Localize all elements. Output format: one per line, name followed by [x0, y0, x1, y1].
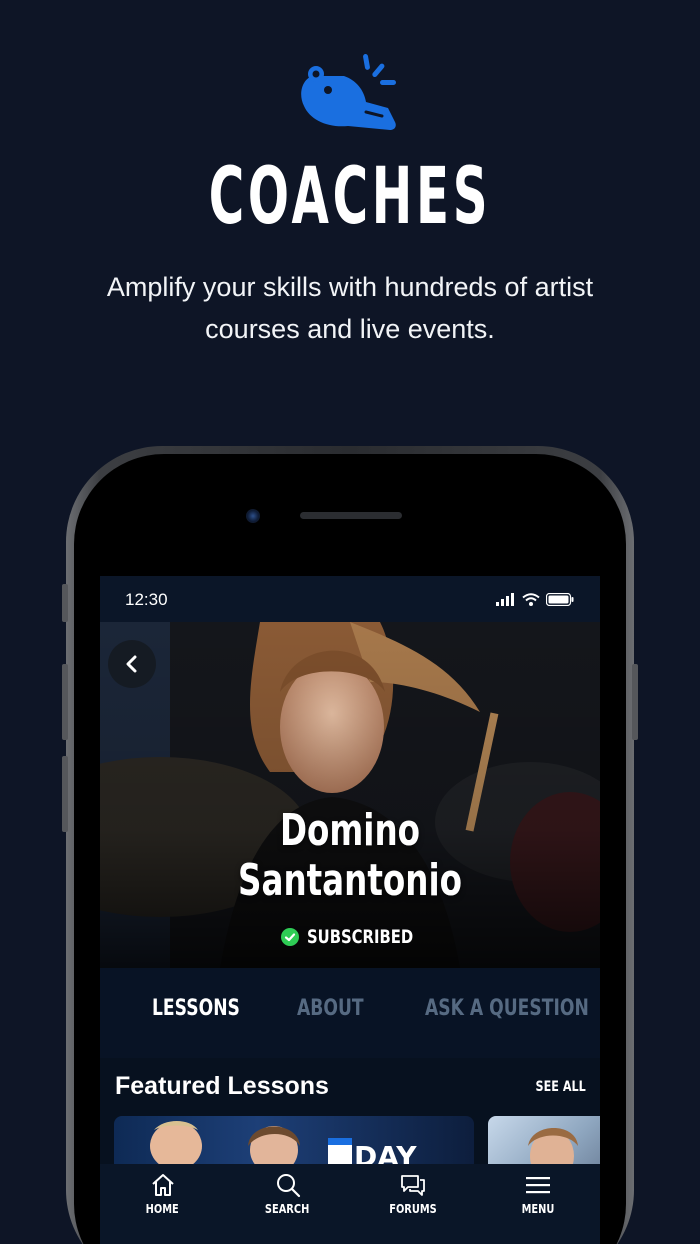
front-camera	[246, 509, 260, 523]
subscribed-label: SUBSCRIBED	[307, 926, 414, 948]
coach-tabs: LESSONS ABOUT ASK A QUESTION	[100, 968, 600, 1058]
earpiece-speaker	[300, 512, 402, 519]
menu-icon	[525, 1177, 550, 1194]
forums-icon	[400, 1175, 425, 1196]
see-all-link[interactable]: SEE ALL	[536, 1079, 586, 1095]
nav-forums[interactable]: FORUMS	[350, 1164, 475, 1244]
coach-name-line2: Santantonio	[238, 855, 462, 906]
check-circle-icon	[281, 928, 299, 946]
status-icons	[496, 592, 574, 606]
nav-search[interactable]: SEARCH	[225, 1164, 350, 1244]
nav-forums-label: FORUMS	[388, 1202, 437, 1216]
coach-photo	[100, 622, 600, 968]
bottom-nav: HOME SEARCH FORUMS MENU	[100, 1164, 600, 1244]
battery-icon	[546, 593, 574, 606]
search-icon	[276, 1174, 300, 1198]
status-time: 12:30	[125, 590, 168, 609]
tab-lessons[interactable]: LESSONS	[152, 996, 240, 1021]
phone-side-button	[62, 756, 68, 832]
wifi-icon	[522, 593, 540, 606]
nav-menu[interactable]: MENU	[475, 1164, 600, 1244]
home-icon	[151, 1174, 174, 1196]
coach-name-line1: Domino	[279, 805, 421, 856]
whistle-icon	[301, 53, 396, 130]
nav-home[interactable]: HOME	[100, 1164, 225, 1244]
page-subtitle: Amplify your skills with hundreds of art…	[106, 272, 594, 344]
phone-side-button	[62, 584, 68, 622]
status-bar: 12:30	[100, 576, 600, 622]
page-title: COACHES	[208, 152, 492, 242]
phone-side-button	[632, 664, 638, 740]
coach-banner: Domino Santantonio SUBSCRIBED	[100, 622, 600, 968]
chevron-left-icon	[126, 655, 137, 673]
featured-lessons-title: Featured Lessons	[115, 1072, 329, 1100]
nav-menu-label: MENU	[521, 1202, 554, 1216]
signal-icon	[496, 593, 514, 606]
nav-search-label: SEARCH	[265, 1202, 310, 1216]
back-button[interactable]	[108, 640, 156, 688]
app-screen: 12:30 Domino Santantonio SUBSCRIBED LESS…	[100, 576, 600, 1244]
tab-about[interactable]: ABOUT	[297, 996, 364, 1021]
nav-home-label: HOME	[145, 1202, 180, 1216]
phone-side-button	[62, 664, 68, 740]
tab-ask-a-question[interactable]: ASK A QUESTION	[425, 996, 589, 1021]
coach-name: Domino Santantonio	[165, 806, 535, 906]
subscription-status: SUBSCRIBED	[100, 926, 600, 948]
